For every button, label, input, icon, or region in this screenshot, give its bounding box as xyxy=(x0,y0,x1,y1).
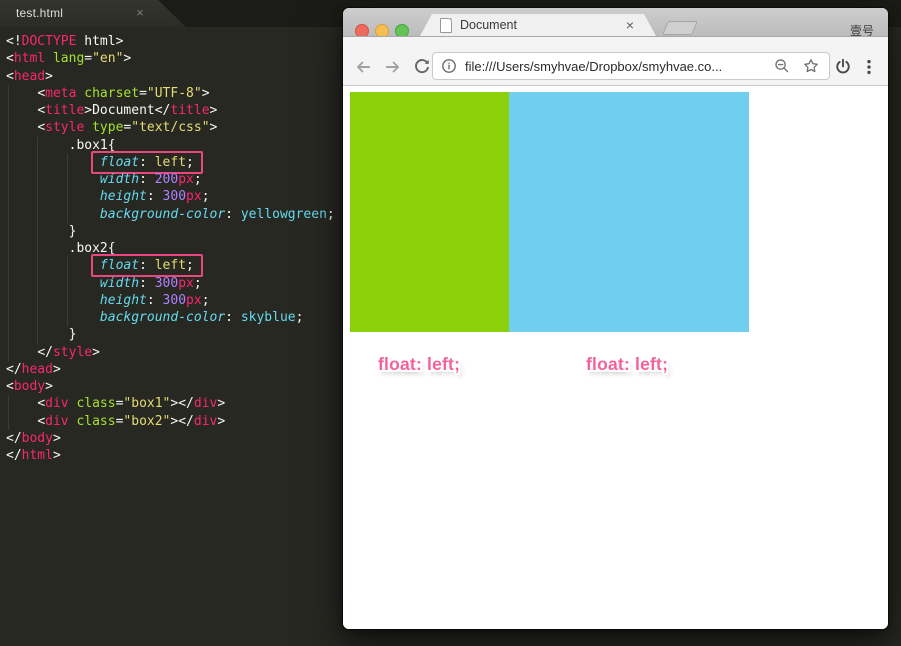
code-line: <div class="box1"></div> xyxy=(37,396,226,412)
code-line: float: left; xyxy=(6,254,335,278)
browser-toolbar: file:///Users/smyhvae/Dropbox/smyhvae.co… xyxy=(343,36,888,86)
power-extension-icon[interactable] xyxy=(834,58,852,76)
code-line: <title>Document</title> xyxy=(37,103,218,118)
menu-dots-icon[interactable] xyxy=(860,58,878,76)
code-line: <style type="text/css"> xyxy=(37,120,218,136)
code-line: </head> xyxy=(6,361,61,377)
code-line: } xyxy=(6,327,77,343)
editor-tab-close-icon[interactable]: × xyxy=(133,5,147,20)
bookmark-star-icon[interactable] xyxy=(803,58,819,74)
forward-icon[interactable] xyxy=(384,58,402,76)
browser-tab-title: Document xyxy=(460,18,517,32)
code-line: height: 300px; xyxy=(99,292,210,308)
page-info-icon[interactable] xyxy=(441,58,457,74)
url-text[interactable]: file:///Users/smyhvae/Dropbox/smyhvae.co… xyxy=(465,59,764,74)
annotation-float-left-1: float: left; xyxy=(378,354,461,374)
code-editor[interactable]: <!DOCTYPE html> <html lang="en"> <head> <m… xyxy=(6,33,335,464)
page-viewport: float: left; float: left; xyxy=(343,86,888,629)
code-line: <!DOCTYPE html> xyxy=(6,34,124,49)
back-icon[interactable] xyxy=(354,58,372,76)
code-line: height: 300px; xyxy=(99,189,210,205)
browser-titlebar: Document × 壹号 xyxy=(343,8,888,38)
code-line: } xyxy=(6,223,77,239)
code-line: background-color: skyblue; xyxy=(99,310,304,325)
browser-tab-document[interactable]: Document × xyxy=(420,14,656,36)
code-line: </body> xyxy=(6,430,61,446)
zoom-out-icon[interactable] xyxy=(774,58,790,74)
code-line: <meta charset="UTF-8"> xyxy=(37,85,210,101)
address-bar[interactable]: file:///Users/smyhvae/Dropbox/smyhvae.co… xyxy=(432,52,830,80)
float-left-highlight-box: float: left; xyxy=(90,254,203,278)
page-document-icon xyxy=(440,17,452,33)
rendered-box2-skyblue xyxy=(509,92,749,332)
editor-tab-testhtml[interactable]: test.html × xyxy=(0,0,186,27)
code-line: </html> xyxy=(6,448,61,463)
code-line: <div class="box2"></div> xyxy=(37,413,226,429)
code-line: width: 200px; xyxy=(99,172,202,187)
reload-icon[interactable] xyxy=(413,58,431,76)
code-line: background-color: yellowgreen; xyxy=(99,206,335,222)
annotation-float-left-2: float: left; xyxy=(586,354,669,374)
browser-tab-close-icon[interactable]: × xyxy=(626,18,634,32)
browser-window: Document × 壹号 file:///Users/smyhvae/Drop… xyxy=(343,8,888,629)
code-line: <head> xyxy=(6,68,53,84)
new-tab-button[interactable] xyxy=(662,21,698,35)
rendered-box1-yellowgreen xyxy=(350,92,509,332)
code-line: <body> xyxy=(6,379,53,394)
code-line: </style> xyxy=(37,344,100,360)
editor-tab-title: test.html xyxy=(16,6,64,20)
code-line: width: 300px; xyxy=(99,275,202,291)
code-line: <html lang="en"> xyxy=(6,51,132,67)
code-line: float: left; xyxy=(6,150,335,174)
